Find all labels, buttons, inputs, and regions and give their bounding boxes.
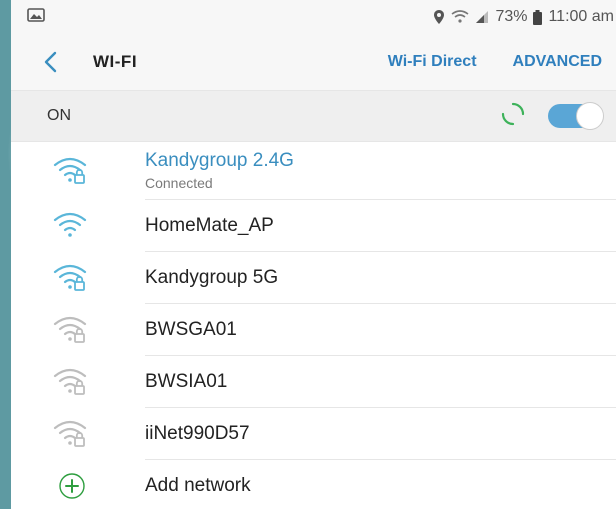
network-item[interactable]: iiNet990D57 <box>11 408 616 460</box>
network-name: Kandygroup 5G <box>145 266 279 288</box>
battery-icon <box>533 9 543 25</box>
network-name: BWSIA01 <box>145 370 228 392</box>
wifi-toggle-switch[interactable] <box>548 102 604 130</box>
advanced-button[interactable]: ADVANCED <box>513 53 602 71</box>
wifi-settings-screen: 73% 11:00 am WI-FI Wi-Fi Direct ADVANCED… <box>11 0 616 509</box>
wifi-secured-icon <box>52 417 92 451</box>
plus-icon <box>52 469 92 503</box>
wifi-secured-icon <box>52 365 92 399</box>
network-item[interactable]: BWSIA01 <box>11 356 616 408</box>
network-item[interactable]: HomeMate_AP <box>11 200 616 252</box>
back-button[interactable] <box>43 47 73 77</box>
wifi-status-icon <box>451 10 469 24</box>
network-name: iiNet990D57 <box>145 422 250 444</box>
signal-icon <box>475 10 489 24</box>
network-name: HomeMate_AP <box>145 214 274 236</box>
scanning-spinner-icon <box>500 101 526 132</box>
clock: 11:00 am <box>548 8 614 25</box>
network-item[interactable]: Kandygroup 5G <box>11 252 616 304</box>
add-network-label: Add network <box>145 475 251 496</box>
network-item[interactable]: BWSGA01 <box>11 304 616 356</box>
toggle-knob <box>576 102 604 130</box>
network-list: Kandygroup 2.4G Connected HomeMate_AP Kandy… <box>11 142 616 509</box>
wifi-icon <box>52 209 92 243</box>
network-status: Connected <box>145 175 213 191</box>
network-text: BWSGA01 <box>145 304 616 356</box>
battery-percent: 73% <box>495 8 528 25</box>
network-text: iiNet990D57 <box>145 408 616 460</box>
add-network-text: Add network <box>145 460 616 509</box>
network-name: BWSGA01 <box>145 318 237 340</box>
network-item[interactable]: Kandygroup 2.4G Connected <box>11 142 616 200</box>
page-title: WI-FI <box>93 52 138 71</box>
wifi-direct-button[interactable]: Wi-Fi Direct <box>388 53 477 71</box>
gallery-notification-icon <box>27 7 45 27</box>
wifi-secured-icon <box>52 261 92 295</box>
network-name: Kandygroup 2.4G <box>145 150 294 171</box>
wifi-secured-icon <box>52 313 92 347</box>
network-text: Kandygroup 5G <box>145 252 616 304</box>
network-text: BWSIA01 <box>145 356 616 408</box>
status-bar: 73% 11:00 am <box>11 0 616 34</box>
wifi-secured-icon <box>52 154 92 188</box>
location-icon <box>433 9 445 25</box>
wifi-on-label: ON <box>47 107 71 124</box>
network-text: Kandygroup 2.4G Connected <box>145 142 616 200</box>
chevron-left-icon <box>44 51 57 73</box>
wifi-master-switch-row[interactable]: ON <box>11 90 616 142</box>
app-bar: WI-FI Wi-Fi Direct ADVANCED <box>11 34 616 90</box>
add-network-item[interactable]: Add network <box>11 460 616 509</box>
network-text: HomeMate_AP <box>145 200 616 252</box>
